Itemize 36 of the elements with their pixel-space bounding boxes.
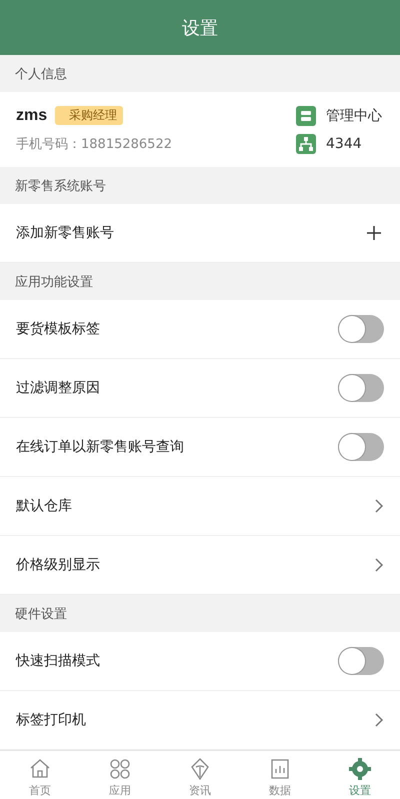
section-title: 应用功能设置 [15, 274, 93, 290]
section-title: 个人信息 [15, 66, 67, 82]
tab-item[interactable]: 应用 [80, 751, 160, 799]
store-icon [296, 106, 316, 126]
setting-label: 添加新零售账号 [16, 224, 114, 242]
profile-link[interactable]: 管理中心 [326, 106, 382, 124]
setting-label: 标签打印机 [16, 711, 86, 729]
chevron-icon[interactable] [374, 498, 384, 514]
toggle-switch[interactable] [338, 374, 384, 402]
page-title: 设置 [182, 16, 218, 40]
tab-item[interactable]: 资讯 [160, 751, 240, 799]
chevron-icon[interactable] [374, 712, 384, 728]
chevron-icon[interactable] [374, 557, 384, 573]
apps-icon [108, 756, 132, 780]
tab-item[interactable]: 数据 [240, 751, 320, 799]
setting-label: 要货模板标签 [16, 320, 100, 338]
user-name: zms [16, 106, 48, 124]
toggle-switch[interactable] [338, 647, 384, 675]
toggle-switch[interactable] [338, 315, 384, 343]
tab-item[interactable]: 首页 [0, 751, 80, 799]
section-title: 新零售系统账号 [15, 178, 106, 194]
toggle-switch[interactable] [338, 433, 384, 461]
setting-label: 快速扫描模式 [16, 652, 100, 670]
setting-label: 价格级别显示 [16, 556, 100, 574]
section-title: 硬件设置 [15, 606, 67, 622]
org-chart-icon [296, 134, 316, 154]
plus-icon[interactable] [366, 225, 382, 241]
settings-icon [348, 756, 372, 780]
setting-label: 默认仓库 [16, 497, 72, 515]
setting-label: 在线订单以新零售账号查询 [16, 438, 184, 456]
home-icon [28, 756, 52, 780]
phone-number: 手机号码：18815286522 [16, 136, 172, 153]
role-badge: 采购经理 [55, 106, 124, 125]
setting-label: 过滤调整原因 [16, 379, 100, 397]
tab-item[interactable]: 设置 [320, 751, 400, 799]
profile-link[interactable]: 4344 [326, 136, 362, 152]
